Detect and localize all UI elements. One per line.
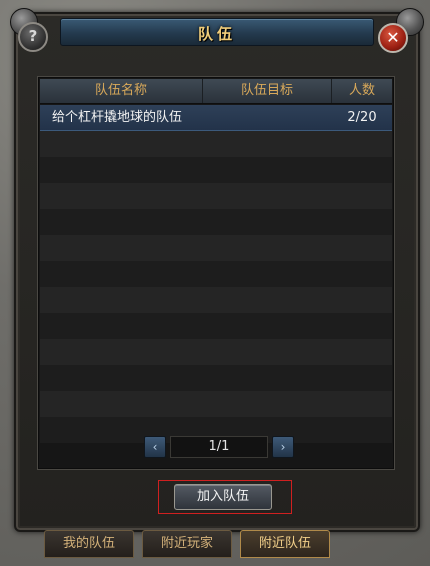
empty-row [40, 235, 392, 261]
empty-row [40, 365, 392, 391]
column-header-member-count[interactable]: 人数 [332, 79, 392, 103]
empty-row [40, 261, 392, 287]
title-bar: 队伍 [60, 18, 374, 46]
next-page-icon[interactable]: › [272, 436, 294, 458]
tab-my-team[interactable]: 我的队伍 [44, 530, 134, 558]
empty-row [40, 183, 392, 209]
empty-row [40, 313, 392, 339]
team-name-cell: 给个杠杆撬地球的队伍 [52, 110, 183, 125]
member-count-cell: 2/20 [347, 110, 377, 125]
page-indicator: 1/1 [170, 436, 268, 458]
help-icon[interactable]: ? [18, 22, 48, 52]
team-list-panel: 队伍名称 队伍目标 人数 给个杠杆撬地球的队伍 2/20 [37, 76, 395, 470]
column-header-team-goal[interactable]: 队伍目标 [203, 79, 332, 103]
tab-nearby-players[interactable]: 附近玩家 [142, 530, 232, 558]
table-row[interactable]: 给个杠杆撬地球的队伍 2/20 [40, 105, 392, 131]
previous-page-icon[interactable]: ‹ [144, 436, 166, 458]
window-title: 队伍 [197, 25, 236, 43]
empty-row [40, 287, 392, 313]
join-team-button[interactable]: 加入队伍 [174, 484, 272, 510]
table-header: 队伍名称 队伍目标 人数 [40, 79, 392, 104]
close-icon[interactable]: ✕ [378, 23, 408, 53]
column-header-team-name[interactable]: 队伍名称 [40, 79, 203, 103]
empty-row [40, 157, 392, 183]
empty-row [40, 339, 392, 365]
empty-row [40, 209, 392, 235]
empty-row [40, 131, 392, 157]
empty-row [40, 391, 392, 417]
tab-nearby-teams[interactable]: 附近队伍 [240, 530, 330, 558]
team-rows: 给个杠杆撬地球的队伍 2/20 [40, 105, 392, 443]
